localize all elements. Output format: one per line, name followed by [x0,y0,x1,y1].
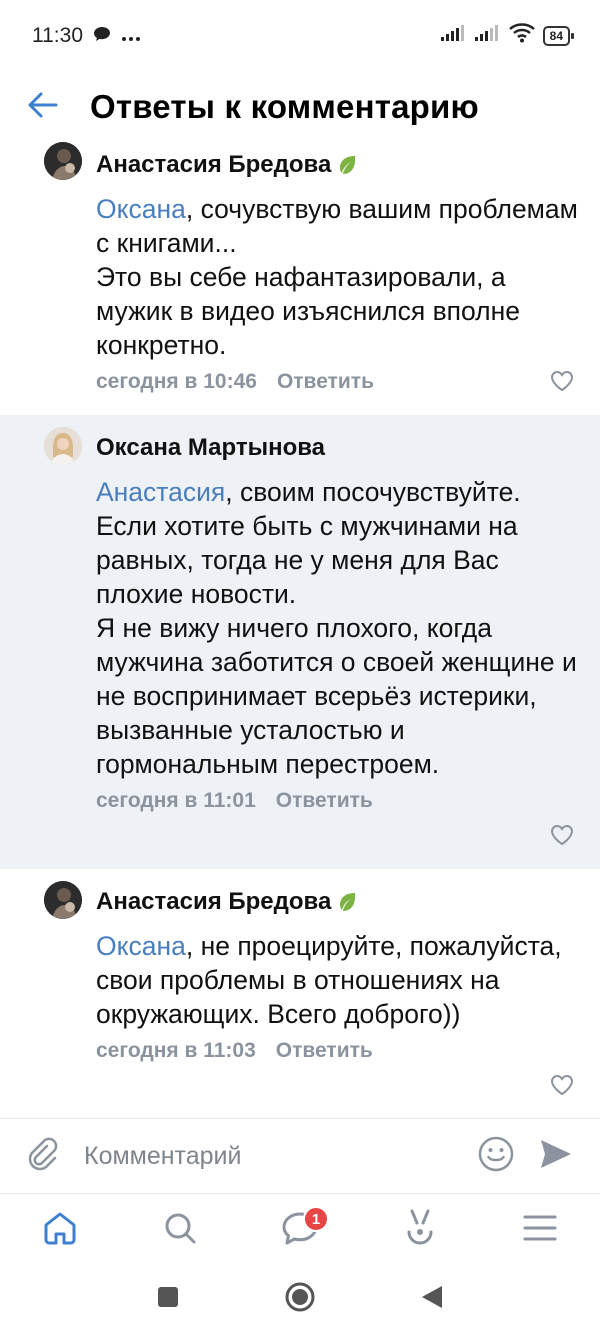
leaf-icon [335,891,359,913]
status-bar: 11:30 84 [0,0,600,72]
status-time: 11:30 [32,24,83,47]
send-button[interactable] [526,1138,586,1175]
signal-icon [474,24,501,48]
home-icon [42,1210,78,1251]
search-icon [162,1210,198,1251]
messages-badge: 1 [303,1206,329,1232]
like-heart-icon[interactable] [550,370,576,392]
signal-icon [440,24,467,48]
system-nav-bar [0,1265,600,1334]
comment-author[interactable]: Анастасия Бредова [96,887,600,917]
bottom-tab-bar: 1 [0,1195,600,1265]
comment-author[interactable]: Анастасия Бредова [96,150,600,180]
emoji-button[interactable] [466,1136,526,1177]
tab-menu[interactable] [505,1200,575,1260]
back-button[interactable] [0,72,90,142]
comment-time: сегодня в 11:01 [96,789,256,812]
comment-meta: сегодня в 11:03 Ответить [96,1039,600,1063]
attach-button[interactable] [0,1137,84,1176]
comment-text: Оксана, сочувствую вашим проблемам с кни… [96,194,578,360]
more-icon [121,25,141,48]
send-icon [539,1138,573,1175]
wifi-icon [508,23,535,49]
comment-mention[interactable]: Анастасия [96,477,225,507]
like-heart-icon[interactable] [550,1074,576,1096]
header: Ответы к комментарию [0,72,600,142]
reply-button[interactable]: Ответить [277,370,374,394]
avatar[interactable] [44,427,82,465]
avatar[interactable] [44,881,82,919]
comment-meta: сегодня в 11:01 Ответить [96,789,600,813]
comment-input[interactable] [84,1141,466,1171]
comments-list: Анастасия Бредова Оксана, сочувствую ваш… [0,142,600,1119]
back-arrow-icon [28,92,58,123]
comment-time: сегодня в 10:46 [96,370,257,393]
comment-text: Оксана, не проецируйте, пожалуйста, свои… [96,931,562,1029]
tab-search[interactable] [145,1200,215,1260]
clips-icon [403,1208,437,1253]
comment-item: Анастасия Бредова Оксана, не проецируйте… [0,869,600,1119]
smile-icon [478,1136,514,1177]
avatar[interactable] [44,142,82,180]
comment-item: Оксана Мартынова Анастасия, своим посочу… [0,415,600,869]
circle-icon [284,1281,316,1318]
message-icon [93,25,111,48]
back-system-button[interactable] [412,1280,452,1320]
battery-icon: 84 [542,26,575,46]
like-heart-icon[interactable] [550,824,576,846]
comment-time: сегодня в 11:03 [96,1039,256,1062]
tab-clips[interactable] [385,1200,455,1260]
menu-icon [523,1214,557,1247]
page-title: Ответы к комментарию [90,88,479,125]
paperclip-icon [25,1137,59,1176]
reply-button[interactable]: Ответить [276,1039,373,1063]
recents-button[interactable] [148,1280,188,1320]
tab-messages[interactable]: 1 [265,1200,335,1260]
comment-text: Анастасия, своим посочувствуйте. Если хо… [96,477,577,779]
home-system-button[interactable] [280,1280,320,1320]
leaf-icon [335,154,359,176]
square-icon [156,1285,180,1314]
comment-meta: сегодня в 10:46 Ответить [96,370,600,394]
comment-author[interactable]: Оксана Мартынова [96,433,600,463]
comment-mention[interactable]: Оксана [96,194,186,224]
triangle-back-icon [420,1284,444,1315]
comment-item: Анастасия Бредова Оксана, сочувствую ваш… [0,142,600,415]
comment-composer [0,1118,600,1194]
reply-button[interactable]: Ответить [276,789,373,813]
tab-home[interactable] [25,1200,95,1260]
comment-mention[interactable]: Оксана [96,931,186,961]
